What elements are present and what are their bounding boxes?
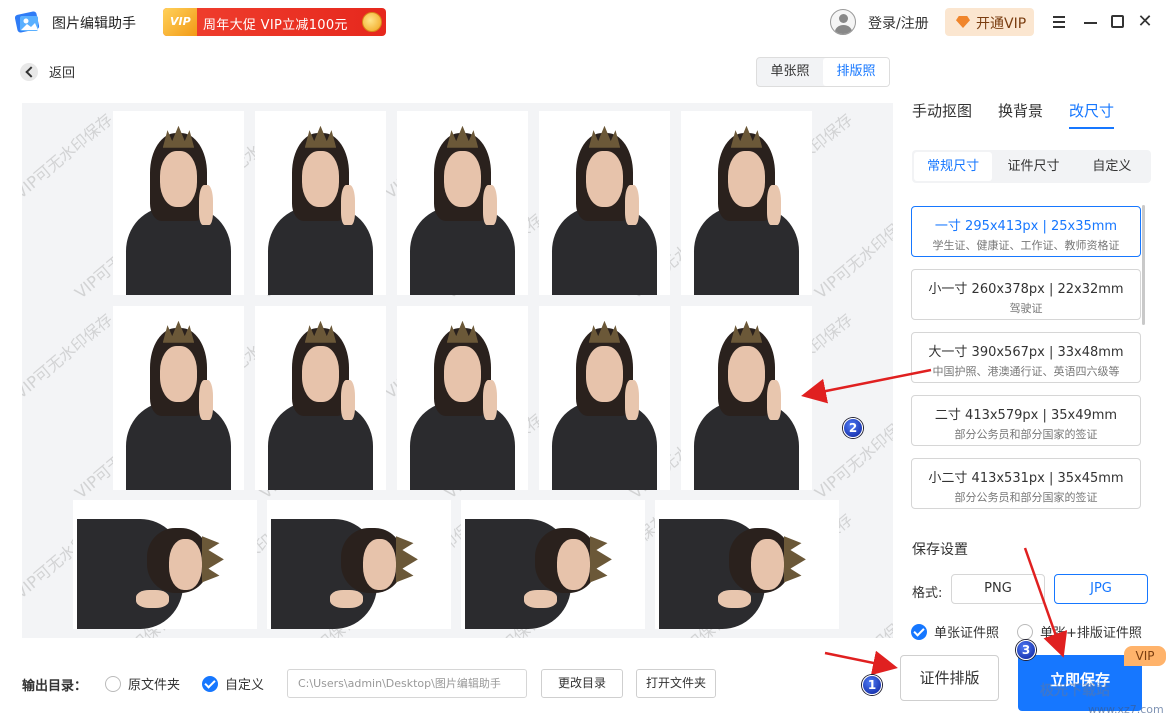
option-single-photo[interactable]: 单张证件照 (911, 622, 999, 641)
step-badge-3: 3 (1016, 640, 1036, 660)
change-directory-button[interactable]: 更改目录 (541, 669, 623, 698)
size-option-desc: 部分公务员和部分国家的签证 (954, 428, 1098, 441)
format-jpg-button[interactable]: JPG (1054, 574, 1148, 604)
diamond-icon (956, 16, 970, 28)
checked-icon (911, 623, 927, 640)
save-settings-title: 保存设置 (912, 542, 968, 558)
user-avatar-icon[interactable] (830, 9, 856, 35)
back-arrow-icon (20, 62, 38, 81)
radio-custom-folder[interactable]: 自定义 (202, 674, 264, 693)
id-photo-thumbnail (73, 500, 257, 629)
id-photo-thumbnail (113, 111, 244, 295)
id-photo-thumbnail (655, 500, 839, 629)
view-toggle: 单张照 排版照 (756, 57, 890, 87)
size-option-title: 小二寸 413x531px | 35x45mm (928, 471, 1124, 486)
login-register-link[interactable]: 登录/注册 (868, 13, 929, 33)
close-icon[interactable]: ✕ (1133, 10, 1157, 34)
preview-watermark: VIP可无水印保存 (22, 109, 117, 203)
promo-banner[interactable]: VIP 周年大促 VIP立减100元 (163, 8, 386, 36)
checked-icon (202, 675, 218, 692)
size-option-desc: 学生证、健康证、工作证、教师资格证 (932, 239, 1120, 252)
id-photo-thumbnail (397, 306, 528, 490)
vip-badge: VIP (1124, 646, 1166, 666)
tab-change-background[interactable]: 换背景 (998, 100, 1043, 129)
size-option[interactable]: 小一寸 260x378px | 22x32mm 驾驶证 (911, 269, 1141, 320)
site-watermark-url: www.xz7.com (1088, 703, 1164, 716)
size-category-selector: 常规尺寸 证件尺寸 自定义 (912, 150, 1151, 183)
id-photo-thumbnail (397, 111, 528, 295)
unchecked-icon (1017, 623, 1033, 640)
output-directory-label: 输出目录： (22, 679, 88, 694)
back-button[interactable]: 返回 (20, 62, 75, 81)
size-option[interactable]: 小二寸 413x531px | 35x45mm 部分公务员和部分国家的签证 (911, 458, 1141, 509)
title-bar: 图片编辑助手 VIP 周年大促 VIP立减100元 登录/注册 开通VIP ✕ (0, 0, 1170, 44)
id-photo-thumbnail (267, 500, 451, 629)
layout-preview-canvas: VIP可无水印保存 VIP可无水印保存 VIP可无水印保存 VIP可无水印保存 VIP可… (22, 103, 893, 638)
step-badge-1: 1 (862, 675, 882, 695)
id-photo-thumbnail (461, 500, 645, 629)
annotation-arrow-1 (824, 650, 898, 676)
open-folder-button[interactable]: 打开文件夹 (636, 669, 716, 698)
size-option-desc: 驾驶证 (1009, 302, 1043, 315)
id-photo-thumbnail (539, 111, 670, 295)
edit-tabs: 手动抠图 换背景 改尺寸 (912, 100, 1115, 129)
output-path-field[interactable]: C:\Users\admin\Desktop\图片编辑助手 (287, 669, 527, 698)
size-option-desc: 部分公务员和部分国家的签证 (954, 491, 1098, 504)
minimize-icon[interactable] (1079, 10, 1103, 34)
size-option[interactable]: 一寸 295x413px | 25x35mm 学生证、健康证、工作证、教师资格证 (911, 206, 1141, 257)
option-single-plus-layout[interactable]: 单张+排版证件照 (1017, 622, 1142, 641)
id-photo-thumbnail (539, 306, 670, 490)
open-vip-button[interactable]: 开通VIP (945, 8, 1034, 36)
id-layout-button[interactable]: 证件排版 (900, 655, 999, 701)
tab-resize[interactable]: 改尺寸 (1069, 100, 1115, 129)
view-layout-tab[interactable]: 排版照 (823, 58, 889, 86)
format-label: 格式: (912, 586, 943, 601)
id-photo-thumbnail (255, 111, 386, 295)
maximize-icon[interactable] (1106, 10, 1130, 34)
category-id[interactable]: 证件尺寸 (994, 150, 1072, 183)
format-png-button[interactable]: PNG (951, 574, 1045, 604)
unchecked-icon (105, 675, 121, 692)
site-watermark-brand: 极光下载站 (1040, 683, 1110, 699)
promo-text: 周年大促 VIP立减100元 (203, 18, 348, 33)
category-custom[interactable]: 自定义 (1073, 150, 1151, 183)
size-option-title: 一寸 295x413px | 25x35mm (934, 219, 1118, 234)
size-option-title: 小一寸 260x378px | 22x32mm (928, 282, 1124, 297)
vip-tag-icon: VIP (163, 8, 197, 36)
tab-manual-cutout[interactable]: 手动抠图 (912, 100, 972, 129)
category-regular[interactable]: 常规尺寸 (914, 152, 993, 181)
id-photo-thumbnail (255, 306, 386, 490)
view-single-tab[interactable]: 单张照 (757, 58, 823, 86)
app-title: 图片编辑助手 (52, 16, 136, 32)
size-option[interactable]: 大一寸 390x567px | 33x48mm 中国护照、港澳通行证、英语四六级… (911, 332, 1141, 383)
size-option[interactable]: 二寸 413x579px | 35x49mm 部分公务员和部分国家的签证 (911, 395, 1141, 446)
radio-original-folder[interactable]: 原文件夹 (105, 674, 180, 693)
size-option-desc: 中国护照、港澳通行证、英语四六级等 (932, 365, 1120, 378)
preview-watermark: VIP可无水印保存 (811, 209, 893, 303)
coin-icon (362, 12, 382, 32)
size-option-title: 大一寸 390x567px | 33x48mm (928, 345, 1124, 360)
id-photo-thumbnail (113, 306, 244, 490)
menu-icon[interactable] (1048, 10, 1072, 34)
id-photo-thumbnail (681, 306, 812, 490)
preview-watermark: VIP可无水印保存 (22, 309, 117, 403)
size-option-title: 二寸 413x579px | 35x49mm (934, 408, 1118, 423)
step-badge-2: 2 (843, 418, 863, 438)
app-logo-icon (14, 9, 42, 35)
size-list-scrollbar[interactable] (1142, 205, 1145, 325)
id-photo-thumbnail (681, 111, 812, 295)
